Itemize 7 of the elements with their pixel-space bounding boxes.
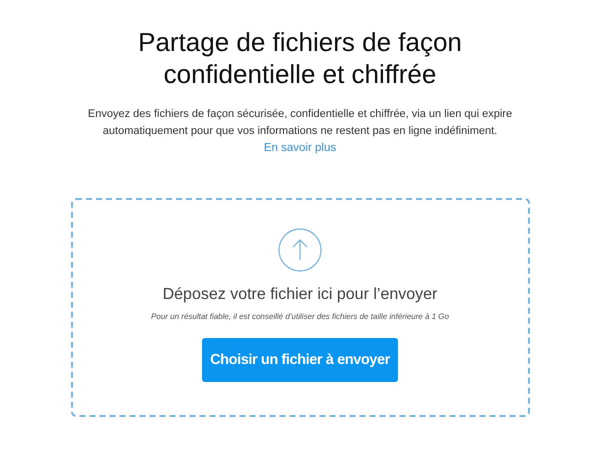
page-title: Partage de fichiers de façon confidentielle et chiffrée (137, 26, 463, 90)
drop-zone[interactable]: Déposez votre fichier ici pour l’envoyer Pour un résultat fiable, il est conseillé d’utiliser des fichiers de taille inférieure à 1 Go Choisir un fichier à envoyer (70, 198, 530, 417)
description: Envoyez des fichiers de façon sécurisée, confidentielle et chiffrée, via un lien qui expire automatiquement pour que vos informations ne restent pas en ligne indéfiniment. (86, 107, 514, 139)
learn-more-link[interactable]: En savoir plus (264, 142, 336, 154)
drop-title: Déposez votre fichier ici pour l’envoyer (162, 286, 438, 304)
size-hint: Pour un résultat fiable, il est conseillé d’utiliser des fichiers de taille inférieure à 1 Go (151, 312, 449, 321)
choose-file-button[interactable]: Choisir un fichier à envoyer (202, 338, 398, 382)
